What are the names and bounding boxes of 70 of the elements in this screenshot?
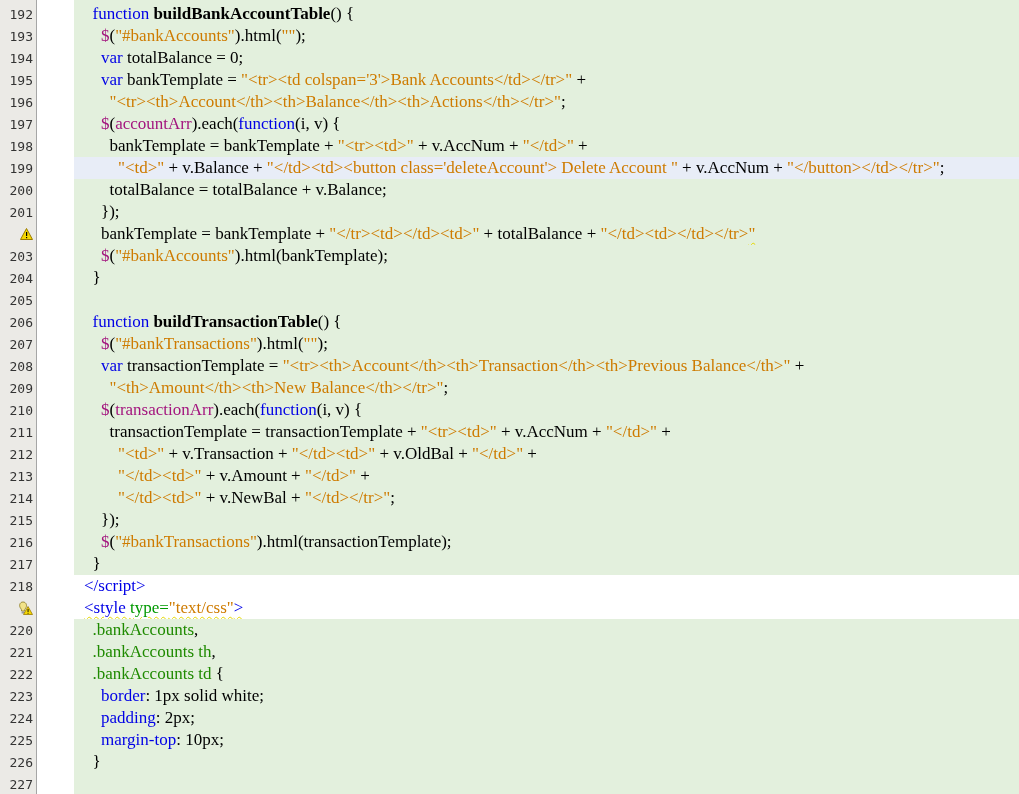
line-number: 201 <box>9 204 33 220</box>
code-line: totalBalance = totalBalance + v.Balance; <box>108 179 387 201</box>
line-number: 227 <box>9 776 33 792</box>
code-line: $("#bankTransactions").html(""); <box>100 333 328 355</box>
code-line: $(transactionArr).each(function(i, v) { <box>100 399 363 421</box>
code-line: function buildBankAccountTable() { <box>91 3 355 25</box>
line-number: 212 <box>9 446 33 462</box>
code-line: padding: 2px; <box>100 707 195 729</box>
line-number: 203 <box>9 248 33 264</box>
code-line: "</td><td>" + v.Amount + "</td>" + <box>117 465 370 487</box>
line-number: 197 <box>9 116 33 132</box>
line-number: 199 <box>9 160 33 176</box>
line-number: 205 <box>9 292 33 308</box>
line-number: 193 <box>9 28 33 44</box>
line-number: 196 <box>9 94 33 110</box>
line-number: 224 <box>9 710 33 726</box>
line-number: 194 <box>9 50 33 66</box>
code-line: bankTemplate = bankTemplate + "</tr><td></td><td>" + totalBalance + "</td><td></td></tr>" <box>100 223 756 245</box>
line-number: 216 <box>9 534 33 550</box>
code-line: "</td><td>" + v.NewBal + "</td></tr>"; <box>117 487 395 509</box>
line-number: 221 <box>9 644 33 660</box>
code-line: "<td>" + v.Balance + "</td><td><button class='deleteAccount'> Delete Account " + v.AccNum + "</button></td></tr>"; <box>117 157 945 179</box>
code-line: } <box>91 267 101 289</box>
code-line: var bankTemplate = "<tr><td colspan='3'>Bank Accounts</td></tr>" + <box>100 69 586 91</box>
line-number: 206 <box>9 314 33 330</box>
line-number: 204 <box>9 270 33 286</box>
line-number: 207 <box>9 336 33 352</box>
code-line: $("#bankAccounts").html(bankTemplate); <box>100 245 388 267</box>
line-number: 215 <box>9 512 33 528</box>
code-line: } <box>91 751 101 773</box>
code-line: var totalBalance = 0; <box>100 47 244 69</box>
line-number: 217 <box>9 556 33 572</box>
line-number: 200 <box>9 182 33 198</box>
line-number: 195 <box>9 72 33 88</box>
code-line: .bankAccounts td { <box>91 663 224 685</box>
code-line: "<td>" + v.Transaction + "</td><td>" + v.OldBal + "</td>" + <box>117 443 537 465</box>
code-line: border: 1px solid white; <box>100 685 264 707</box>
code-line: .bankAccounts, <box>91 619 199 641</box>
code-line: transactionTemplate = transactionTemplate + "<tr><td>" + v.AccNum + "</td>" + <box>108 421 671 443</box>
code-line: "<tr><th>Account</th><th>Balance</th><th>Actions</th></tr>"; <box>108 91 566 113</box>
line-number: 220 <box>9 622 33 638</box>
code-line: $("#bankAccounts").html(""); <box>100 25 306 47</box>
code-line: $(accountArr).each(function(i, v) { <box>100 113 341 135</box>
line-number: 218 <box>9 578 33 594</box>
line-number: 192 <box>9 6 33 22</box>
code-line: $("#bankTransactions").html(transactionTemplate); <box>100 531 452 553</box>
line-number: 225 <box>9 732 33 748</box>
code-line: }); <box>100 509 120 531</box>
code-line: var transactionTemplate = "<tr><th>Account</th><th>Transaction</th><th>Previous Balance</th>" + <box>100 355 805 377</box>
lightbulb-warning-icon[interactable] <box>18 601 33 615</box>
line-number: 213 <box>9 468 33 484</box>
code-line: } <box>91 553 101 575</box>
line-number: 210 <box>9 402 33 418</box>
line-number: 222 <box>9 666 33 682</box>
warning-icon[interactable] <box>20 228 33 240</box>
code-line: bankTemplate = bankTemplate + "<tr><td>" + v.AccNum + "</td>" + <box>108 135 588 157</box>
code-line: function buildTransactionTable() { <box>91 311 342 333</box>
line-number: 226 <box>9 754 33 770</box>
code-line: </script> <box>84 575 146 597</box>
code-line: "<th>Amount</th><th>New Balance</th></tr>"; <box>108 377 449 399</box>
line-number: 214 <box>9 490 33 506</box>
code-line: margin-top: 10px; <box>100 729 224 751</box>
code-line: <style type="text/css"> <box>84 597 244 619</box>
code-line: }); <box>100 201 120 223</box>
line-number: 208 <box>9 358 33 374</box>
line-number: 209 <box>9 380 33 396</box>
code-line: .bankAccounts th, <box>91 641 216 663</box>
line-number: 223 <box>9 688 33 704</box>
line-number: 211 <box>9 424 33 440</box>
line-number: 198 <box>9 138 33 154</box>
